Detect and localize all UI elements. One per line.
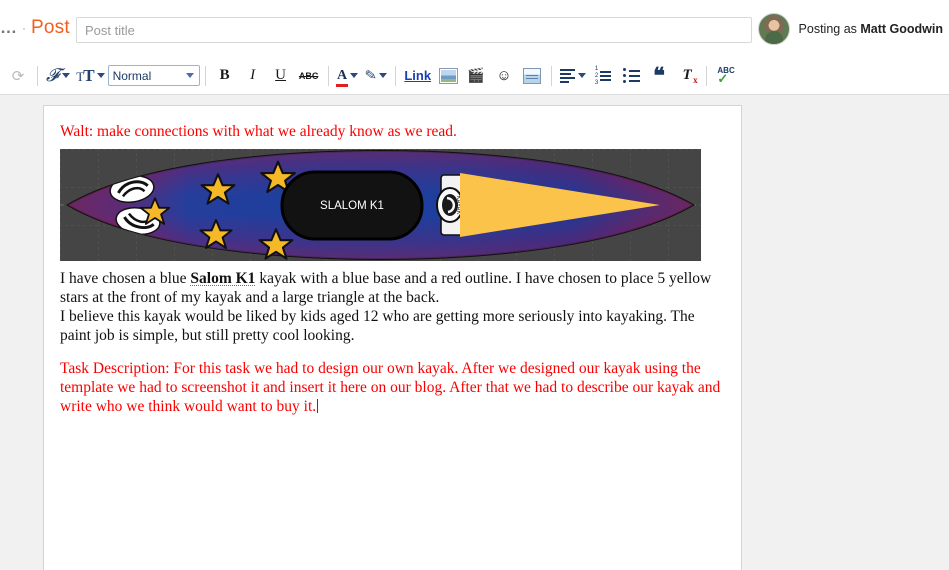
smiley-face-icon: ☺	[496, 67, 512, 84]
video-clapperboard-icon: 🎬	[467, 67, 485, 83]
paragraph-three-text: Task Description: For this task we had t…	[60, 360, 721, 415]
underline-icon: U	[275, 67, 287, 83]
insert-jump-break-button[interactable]	[518, 63, 546, 89]
toolbar-divider	[327, 65, 329, 86]
kayak-svg: SLALOM K1 KAYAK	[60, 149, 701, 261]
walt-line: Walt: make connections with what we alre…	[60, 123, 457, 140]
paragraph-one-part1: I have chosen a blue	[60, 270, 191, 287]
text-align-button[interactable]	[557, 63, 589, 89]
font-icon: 𝓕	[46, 65, 60, 85]
highlighter-pen-icon: ✎	[363, 66, 378, 84]
paragraph-format-select[interactable]: Normal	[107, 65, 200, 86]
chevron-down-icon	[96, 73, 105, 78]
posting-as-prefix: Posting as	[798, 22, 861, 36]
quote-icon: ❝	[653, 62, 665, 88]
insert-link-button[interactable]: Link	[401, 63, 434, 89]
image-icon	[438, 67, 458, 84]
chevron-down-icon	[62, 73, 71, 78]
paragraph-three: Task Description: For this task we had t…	[60, 359, 725, 416]
spellcheck-icon: ABC ✓	[717, 66, 734, 85]
text-color-button[interactable]: A	[334, 63, 362, 89]
undo-button[interactable]: ⟳	[4, 63, 32, 89]
link-label: Link	[404, 68, 432, 83]
align-left-icon	[560, 68, 576, 83]
font-family-button[interactable]: 𝓕	[43, 63, 73, 89]
highlight-color-button[interactable]: ✎	[362, 63, 391, 89]
toolbar-divider	[395, 65, 397, 86]
posting-as-block: Posting as Matt Goodwin	[757, 13, 943, 45]
numbered-list-icon: 123	[595, 66, 612, 86]
editor-header: … · Post Posting as Matt Goodwin	[0, 0, 949, 57]
underline-button[interactable]: U	[267, 63, 295, 89]
avatar[interactable]	[757, 13, 790, 45]
kayak-design-image[interactable]: SLALOM K1 KAYAK	[60, 149, 725, 261]
cockpit-label: SLALOM K1	[320, 200, 384, 212]
overflow-menu-icon[interactable]: …	[0, 18, 17, 38]
toolbar-divider	[551, 65, 553, 86]
posting-as-username: Matt Goodwin	[860, 22, 943, 36]
chevron-down-icon	[578, 73, 587, 78]
italic-icon: I	[250, 67, 256, 83]
numbered-list-button[interactable]: 123	[589, 63, 617, 89]
toolbar-divider	[37, 65, 38, 86]
paragraph-format-value: Normal	[112, 68, 152, 83]
text-cursor	[317, 399, 319, 413]
font-size-button[interactable]: TT	[73, 63, 107, 89]
spellcheck-button[interactable]: ABC ✓	[712, 63, 740, 89]
toolbar-divider	[204, 65, 206, 86]
jump-break-icon	[523, 67, 542, 84]
insert-video-button[interactable]: 🎬	[462, 63, 490, 89]
font-size-icon: TT	[76, 65, 94, 85]
bulleted-list-button[interactable]	[617, 63, 645, 89]
blockquote-button[interactable]: ❝	[645, 63, 673, 89]
misspelled-word: Salom K1	[190, 270, 256, 287]
formatting-toolbar: ⟳ 𝓕 TT Normal B I U ABC A ✎ Link 🎬 ☺ 1 2…	[0, 57, 949, 95]
clear-formatting-icon: T	[682, 67, 697, 85]
bold-button[interactable]: B	[211, 63, 239, 89]
paragraph-two: I believe this kayak would be liked by k…	[60, 308, 695, 344]
page-title: Post	[31, 17, 70, 38]
header-breadcrumb: … · Post	[0, 17, 70, 39]
clear-formatting-button[interactable]: T	[673, 63, 701, 89]
post-title-input[interactable]	[76, 17, 752, 43]
strikethrough-icon: ABC	[298, 70, 319, 81]
insert-emoji-button[interactable]: ☺	[490, 63, 518, 89]
breadcrumb-separator: ·	[22, 21, 26, 35]
post-body-editor[interactable]: Walt: make connections with what we alre…	[43, 105, 742, 570]
chevron-down-icon	[379, 73, 388, 78]
insert-image-button[interactable]	[434, 63, 462, 89]
bold-icon: B	[219, 67, 230, 83]
brand-badge: KAYAK	[436, 174, 464, 236]
undo-icon: ⟳	[11, 67, 25, 85]
toolbar-divider	[706, 65, 708, 86]
chevron-down-icon	[185, 73, 194, 78]
posting-as-label: Posting as Matt Goodwin	[799, 22, 943, 36]
blog-post-editor-page: … · Post Posting as Matt Goodwin ⟳ 𝓕 TT …	[0, 0, 949, 570]
paragraph-one: I have chosen a blue Salom K1 kayak with…	[60, 269, 725, 307]
strikethrough-button[interactable]: ABC	[295, 63, 323, 89]
text-color-icon: A	[336, 67, 349, 87]
italic-button[interactable]: I	[239, 63, 267, 89]
chevron-down-icon	[350, 73, 359, 78]
bulleted-list-icon	[622, 68, 640, 83]
